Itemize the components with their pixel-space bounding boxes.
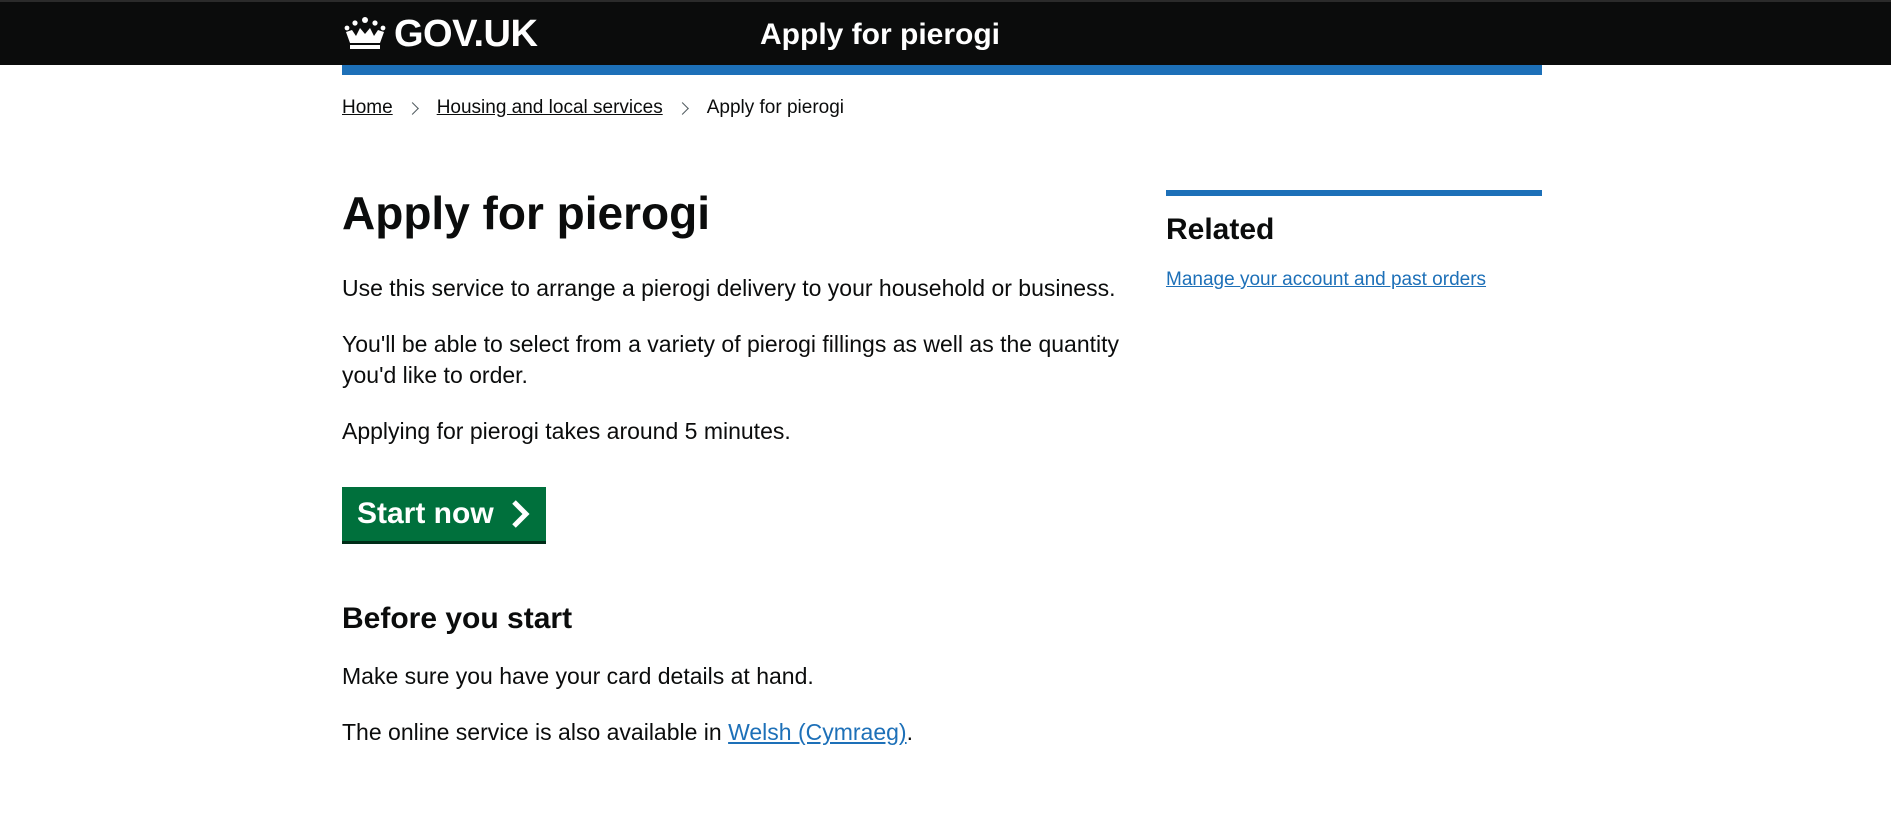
card-details-paragraph: Make sure you have your card details at … <box>342 663 814 689</box>
crown-icon <box>344 17 386 49</box>
before-you-start-heading: Before you start <box>342 602 573 635</box>
intro-paragraph: Use this service to arrange a pierogi de… <box>342 275 1116 301</box>
welsh-paragraph: The online service is also available in … <box>342 717 1122 748</box>
breadcrumb-home-link[interactable]: Home <box>342 96 393 120</box>
fillings-paragraph: You'll be able to select from a variety … <box>342 331 1120 388</box>
logo-text: GOV.UK <box>394 13 538 55</box>
manage-account-link[interactable]: Manage your account and past orders <box>1166 269 1486 290</box>
page-title: Apply for pierogi <box>342 187 710 239</box>
start-now-label: Start now <box>357 497 494 530</box>
breadcrumb: Home Housing and local services Apply fo… <box>342 96 844 120</box>
main-content: Apply for pierogi Use this service to ar… <box>342 185 1122 773</box>
related-sidebar: Related Manage your account and past ord… <box>1166 190 1542 292</box>
related-heading: Related <box>1166 213 1275 246</box>
header-blue-bar <box>342 65 1542 75</box>
breadcrumb-separator-icon <box>405 98 425 118</box>
header-container: GOV.UK Apply for pierogi <box>342 2 1542 67</box>
breadcrumb-separator-icon <box>675 98 695 118</box>
start-now-button[interactable]: Start now <box>342 487 546 541</box>
welsh-prefix: The online service is also available in <box>342 719 729 745</box>
welsh-link[interactable]: Welsh (Cymraeg) <box>728 719 907 745</box>
breadcrumb-current: Apply for pierogi <box>706 97 844 118</box>
service-name-link[interactable]: Apply for pierogi <box>760 17 1000 53</box>
welsh-suffix: . <box>906 719 913 745</box>
breadcrumb-housing-link[interactable]: Housing and local services <box>437 96 663 120</box>
site-header: GOV.UK Apply for pierogi <box>0 0 1891 65</box>
duration-paragraph: Applying for pierogi takes around 5 minu… <box>342 418 791 444</box>
govuk-logo-link[interactable]: GOV.UK <box>342 13 538 55</box>
chevron-right-icon <box>511 500 530 528</box>
